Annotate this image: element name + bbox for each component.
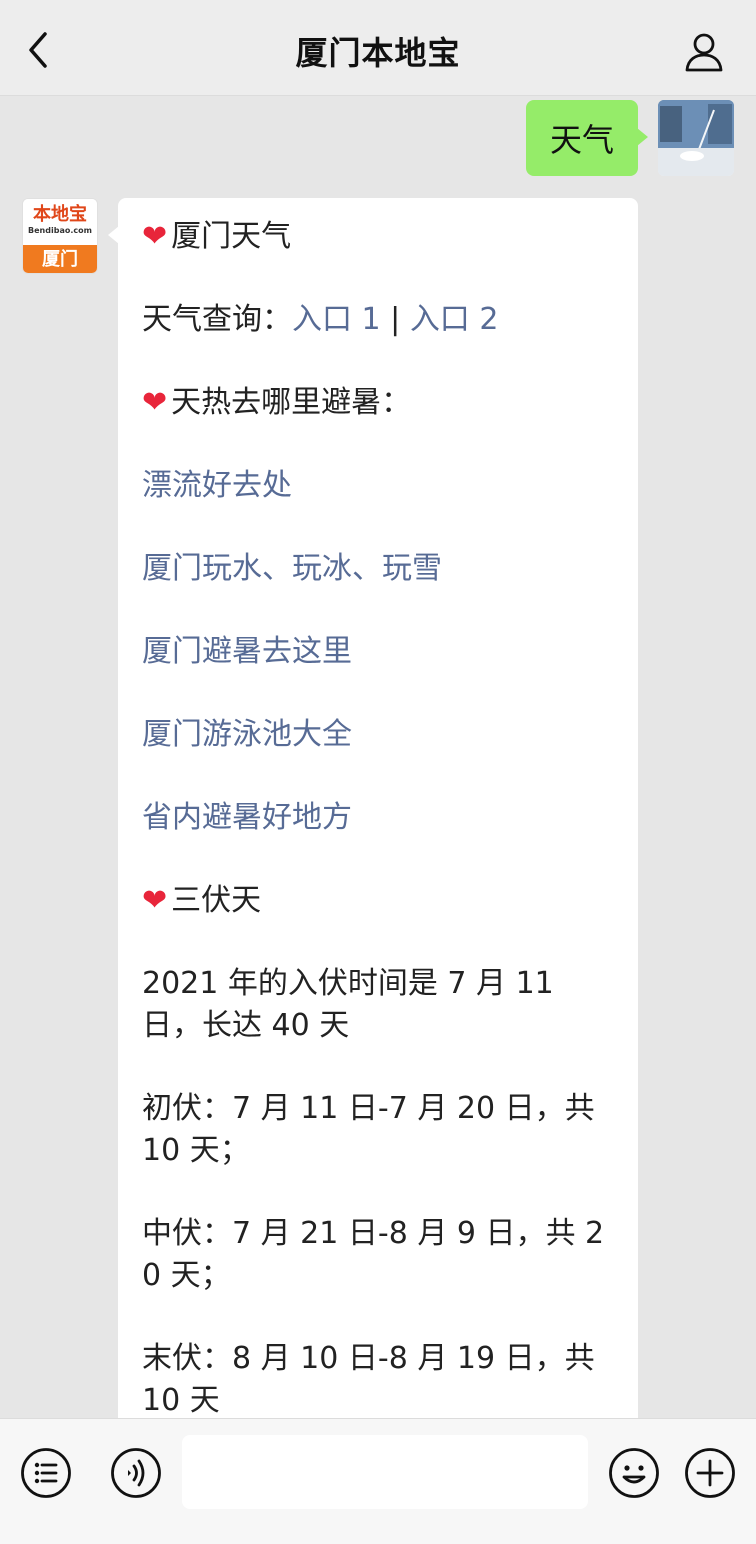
summer-heading: ❤ 天热去哪里避暑：: [142, 385, 412, 420]
avatar-logo: 本地宝 Bendibao.com: [23, 199, 97, 245]
top-bar: 厦门本地宝: [0, 0, 756, 96]
province-summer-link[interactable]: 省内避暑好地方: [142, 797, 616, 839]
voice-button[interactable]: [110, 1447, 162, 1499]
zhongfu-text: 中伏：7 月 21 日-8 月 9 日，共 20 天；: [142, 1216, 605, 1293]
water-ice-snow-link[interactable]: 厦门玩水、玩冰、玩雪: [142, 548, 616, 590]
outgoing-message-text: 天气: [549, 121, 614, 159]
avatar-photo-icon: [658, 100, 734, 176]
heart-icon: ❤: [142, 219, 168, 254]
weather-query-line: 天气查询：入口 1 | 入口 2: [142, 302, 499, 337]
profile-button[interactable]: [682, 30, 726, 74]
rafting-link[interactable]: 漂流好去处: [142, 465, 616, 507]
input-bar: [0, 1418, 756, 1544]
sanfu-heading: ❤ 三伏天: [142, 883, 262, 918]
outgoing-message-bubble[interactable]: 天气: [525, 100, 649, 176]
my-avatar[interactable]: [658, 100, 734, 176]
voice-icon: [111, 1448, 161, 1498]
menu-button[interactable]: [20, 1447, 72, 1499]
sanfu-intro: 2021 年的入伏时间是 7 月 11 日，长达 40 天: [142, 966, 554, 1043]
plus-icon: [685, 1448, 735, 1498]
heart-icon: ❤: [142, 385, 168, 420]
list-icon: [21, 1448, 71, 1498]
emoji-icon: [609, 1448, 659, 1498]
weather-heading: ❤ 厦门天气: [142, 219, 292, 254]
emoji-button[interactable]: [608, 1447, 660, 1499]
more-button[interactable]: [684, 1447, 736, 1499]
heart-icon: ❤: [142, 883, 168, 918]
entry-2-link[interactable]: 入口 2: [410, 302, 499, 337]
swimming-pools-link[interactable]: 厦门游泳池大全: [142, 714, 616, 756]
chat-area[interactable]: 天气 本地宝 Bendibao.com 厦门 ❤ 厦门天气 天气查询：入口 1 |…: [0, 96, 756, 1418]
bot-avatar[interactable]: 本地宝 Bendibao.com 厦门: [22, 198, 98, 274]
avatar-city-label: 厦门: [23, 245, 97, 273]
page-title: 厦门本地宝: [295, 34, 461, 72]
mofu-text: 末伏：8 月 10 日-8 月 19 日，共 10 天: [142, 1341, 595, 1418]
entry-1-link[interactable]: 入口 1: [292, 302, 381, 337]
chufu-text: 初伏：7 月 11 日-7 月 20 日，共 10 天；: [142, 1091, 595, 1168]
summer-resort-link[interactable]: 厦门避暑去这里: [142, 631, 616, 673]
person-icon: [685, 33, 723, 72]
incoming-message-bubble: ❤ 厦门天气 天气查询：入口 1 | 入口 2 ❤ 天热去哪里避暑： 漂流好去处 厦…: [108, 198, 638, 1418]
message-input[interactable]: [182, 1435, 588, 1509]
